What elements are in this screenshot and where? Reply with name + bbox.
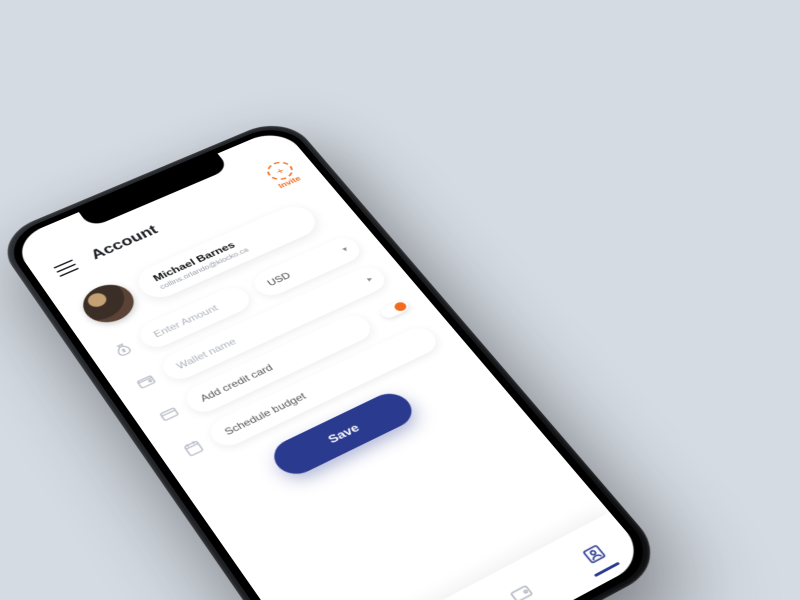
amount-placeholder: Enter Amount — [151, 303, 220, 340]
nav-account-icon[interactable] — [576, 540, 612, 569]
phone-mockup: Account + Invite Michael Barnes collins.… — [0, 115, 671, 600]
chevron-down-icon: ▾ — [340, 245, 349, 253]
play-icon: ▸ — [365, 275, 375, 283]
currency-value: USD — [265, 270, 293, 288]
wallet-placeholder: Wallet name — [174, 336, 238, 371]
card-toggle[interactable] — [378, 299, 411, 320]
nav-wallet-icon[interactable] — [503, 579, 539, 600]
menu-icon[interactable] — [53, 259, 79, 277]
credit-card-icon — [156, 403, 183, 425]
invite-button[interactable]: + Invite — [263, 158, 304, 190]
save-label: Save — [325, 421, 362, 446]
